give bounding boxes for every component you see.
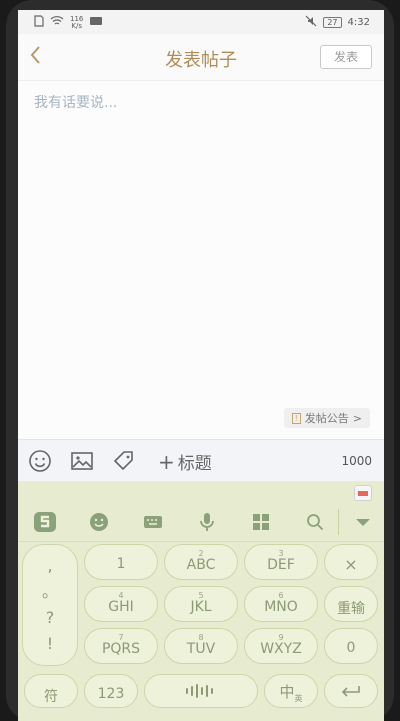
status-bar: 116 K/s 27 4:32 <box>18 10 384 34</box>
reinput-key[interactable]: 重输 <box>324 586 378 622</box>
symbol-question[interactable]: ? <box>23 605 77 631</box>
editor-placeholder: 我有话要说... <box>34 95 118 111</box>
key-tuv[interactable]: 8 TUV <box>164 628 238 664</box>
key-jkl[interactable]: 5 JKL <box>164 586 238 622</box>
publish-button[interactable]: 发表 <box>320 45 372 69</box>
key-0[interactable]: 0 <box>324 628 378 664</box>
emoji-icon[interactable] <box>28 449 52 473</box>
add-title-label: 标题 <box>177 454 212 474</box>
enter-icon <box>325 684 377 702</box>
symbol-column[interactable]: , 。 ? ! <box>22 544 78 666</box>
collapse-keyboard-icon[interactable] <box>350 509 376 535</box>
network-speed: 116 K/s <box>70 14 84 30</box>
lang-sub-label: 英 <box>294 694 303 703</box>
key-ghi[interactable]: 4 GHI <box>84 586 158 622</box>
keyboard-toolbar-divider <box>338 509 339 535</box>
sogou-logo-icon[interactable] <box>32 509 58 535</box>
symbol-exclamation[interactable]: ! <box>23 631 77 657</box>
voice-wave-icon <box>145 683 257 703</box>
delete-key[interactable]: × <box>324 544 378 580</box>
char-count: 1000 <box>341 454 372 468</box>
symbol-key[interactable]: 符 <box>24 674 78 708</box>
space-key[interactable] <box>144 674 258 708</box>
sim-icon <box>34 15 44 30</box>
header: 发表帖子 发表 <box>18 34 384 81</box>
keyboard-top-strip <box>18 481 384 503</box>
symbol-period[interactable]: 。 <box>23 579 77 605</box>
keyboard-skin-icon[interactable] <box>354 485 372 501</box>
key-1[interactable]: 1 <box>84 544 158 580</box>
keyboard-toolbar <box>18 503 384 542</box>
toolbox-grid-icon[interactable] <box>248 509 274 535</box>
wifi-icon <box>50 16 64 29</box>
mute-icon <box>305 15 317 30</box>
notice-label: 发帖公告 <box>304 412 349 425</box>
key-abc[interactable]: 2 ABC <box>164 544 238 580</box>
editor-toolbar: + 标题 1000 <box>18 439 384 482</box>
language-switch-key[interactable]: 中英 <box>264 674 318 708</box>
lang-main-label: 中 <box>279 683 295 701</box>
post-editor[interactable]: 我有话要说... <box>18 81 384 439</box>
keyboard-emoji-icon[interactable] <box>86 509 112 535</box>
add-title-button[interactable]: + 标题 <box>158 449 212 474</box>
message-icon <box>89 16 103 29</box>
keyboard-layout-icon[interactable] <box>140 509 166 535</box>
chevron-right-icon: > <box>352 411 362 425</box>
microphone-icon[interactable] <box>194 509 220 535</box>
key-mno[interactable]: 6 MNO <box>244 586 318 622</box>
symbol-comma[interactable]: , <box>23 553 77 579</box>
key-wxyz[interactable]: 9 WXYZ <box>244 628 318 664</box>
enter-key[interactable] <box>324 674 378 708</box>
post-notice-link[interactable]: ! 发帖公告 > <box>283 408 370 428</box>
tag-icon[interactable] <box>112 449 136 473</box>
screen: 116 K/s 27 4:32 发表帖子 发表 我有话要说... ! 发帖公告 > <box>18 10 384 721</box>
key-def[interactable]: 3 DEF <box>244 544 318 580</box>
keyboard: , 。 ? ! 1 2 ABC 3 DEF × 4 GHI 5 JKL 6 MN… <box>18 481 384 721</box>
clock: 4:32 <box>347 17 370 28</box>
number-key[interactable]: 123 <box>84 674 138 708</box>
notice-icon: ! <box>291 412 301 424</box>
plus-icon: + <box>158 450 175 474</box>
search-icon[interactable] <box>302 509 328 535</box>
battery-icon: 27 <box>323 17 342 28</box>
key-pqrs[interactable]: 7 PQRS <box>84 628 158 664</box>
image-icon[interactable] <box>70 449 94 473</box>
